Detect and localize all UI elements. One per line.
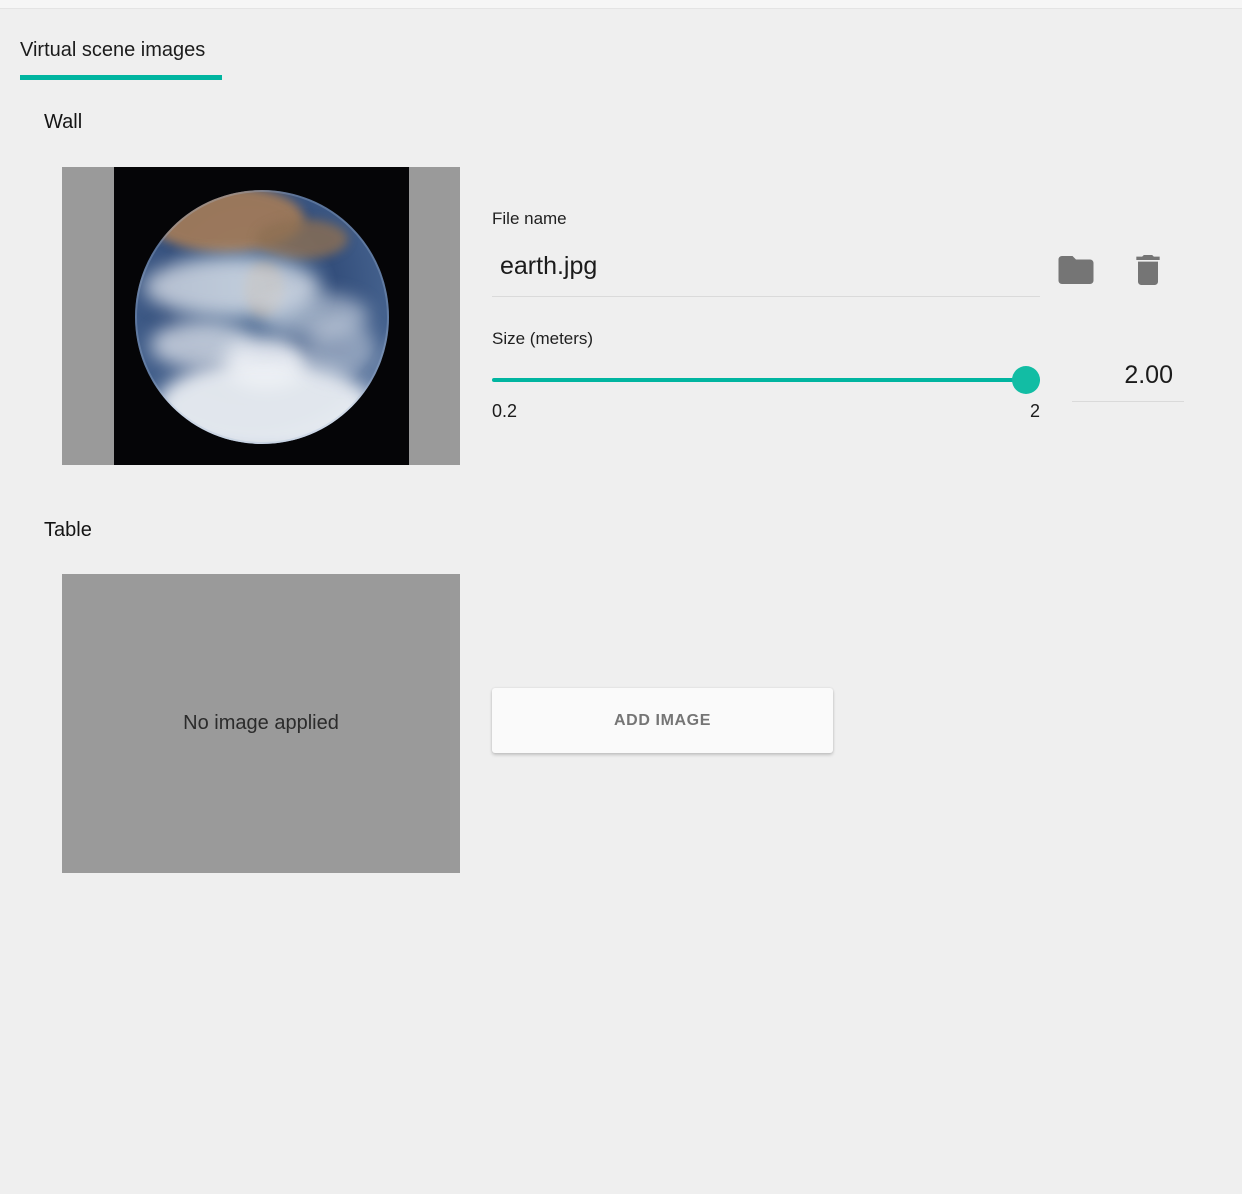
browse-file-button[interactable] — [1052, 246, 1100, 294]
size-min-label: 0.2 — [492, 401, 517, 422]
no-image-placeholder-text: No image applied — [183, 712, 339, 735]
size-slider-range-labels: 0.2 2 — [492, 401, 1040, 422]
table-image-preview: No image applied — [62, 574, 460, 873]
trash-icon — [1128, 250, 1168, 290]
file-name-field[interactable]: earth.jpg — [492, 252, 1040, 297]
window-top-strip — [0, 0, 1242, 9]
earth-image — [114, 167, 409, 465]
file-name-label: File name — [492, 209, 567, 229]
size-label: Size (meters) — [492, 329, 593, 349]
size-max-label: 2 — [1030, 401, 1040, 422]
page-title-accent-underline — [20, 75, 222, 80]
wall-image-preview — [62, 167, 460, 465]
wall-section-label: Wall — [44, 111, 82, 134]
delete-image-button[interactable] — [1124, 246, 1172, 294]
add-image-button[interactable]: ADD IMAGE — [492, 688, 833, 753]
size-slider-thumb[interactable] — [1012, 366, 1040, 394]
size-slider-track[interactable] — [492, 378, 1040, 382]
folder-icon — [1055, 249, 1097, 291]
size-value-field[interactable]: 2.00 — [1072, 361, 1184, 402]
table-section-label: Table — [44, 519, 92, 542]
page-title: Virtual scene images — [20, 39, 205, 62]
